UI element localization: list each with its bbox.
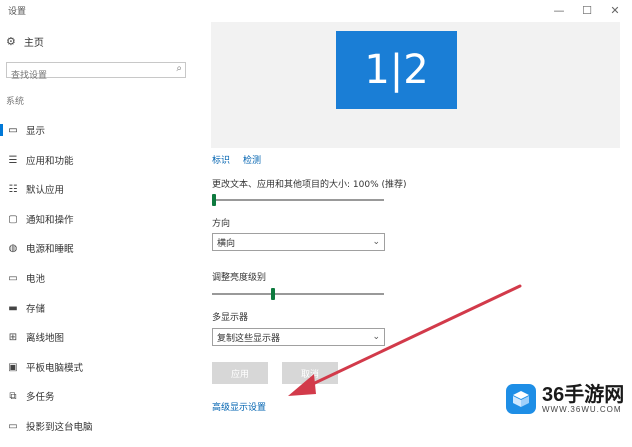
apply-button[interactable]: 应用 — [212, 362, 268, 384]
monitor-1-2[interactable]: 1|2 — [336, 31, 457, 109]
search-input[interactable] — [7, 69, 165, 83]
minimize-button[interactable]: — — [548, 2, 570, 18]
watermark: 36手游网 WWW.36WU.COM — [506, 384, 624, 414]
selected-indicator — [0, 124, 3, 136]
sidebar-item-label: 应用和功能 — [26, 156, 74, 167]
display-icon: ▭ — [8, 124, 18, 136]
identify-link[interactable]: 标识 — [212, 153, 230, 166]
sidebar-item-label: 平板电脑模式 — [26, 363, 84, 374]
storage-icon: ▬ — [8, 302, 18, 314]
watermark-brand: 36手游网 — [542, 383, 625, 406]
sidebar-item-9[interactable]: ⧉ 多任务 — [0, 386, 200, 406]
sidebar-item-label: 默认应用 — [26, 185, 65, 196]
sidebar-item-0[interactable]: ▭ 显示 — [0, 120, 200, 140]
sidebar-item-6[interactable]: ▬ 存储 — [0, 298, 200, 318]
chevron-down-icon: ⌄ — [372, 237, 380, 247]
sidebar-item-label: 显示 — [26, 126, 46, 137]
sidebar: ⚙ 主页 ⌕ 系统 ▭ 显示 ☰ 应用和功能 ☷ 默认应用 ▢ 通知和操作 ◍ 电源和睡眠 ▭ 电池 ▬… — [0, 22, 200, 447]
annotation-arrow-head — [288, 374, 316, 396]
sidebar-item-label: 多任务 — [26, 392, 55, 403]
sidebar-item-10[interactable]: ▭ 投影到这台电脑 — [0, 416, 200, 436]
annotation-arrow-shaft — [298, 284, 522, 392]
close-button[interactable]: ✕ — [604, 2, 626, 18]
sidebar-item-5[interactable]: ▭ 电池 — [0, 268, 200, 288]
brightness-label: 调整亮度级别 — [212, 273, 267, 283]
watermark-url: WWW.36WU.COM — [542, 404, 622, 414]
sidebar-item-label: 通知和操作 — [26, 215, 74, 226]
multi-display-label: 多显示器 — [212, 313, 249, 323]
sidebar-item-label: 投影到这台电脑 — [26, 422, 93, 433]
home-label: 主页 — [23, 38, 44, 49]
gear-icon: ⚙ — [6, 35, 16, 48]
sidebar-item-7[interactable]: ⊞ 离线地图 — [0, 327, 200, 347]
tablet-mode-icon: ▣ — [8, 361, 18, 373]
watermark-logo-icon — [506, 384, 536, 414]
detect-link[interactable]: 检测 — [243, 153, 261, 166]
sidebar-item-4[interactable]: ◍ 电源和睡眠 — [0, 238, 200, 258]
multitasking-icon: ⧉ — [9, 390, 17, 402]
annotation-arrow — [288, 284, 522, 396]
default-apps-icon: ☷ — [8, 183, 18, 195]
home-link[interactable]: ⚙ 主页 — [6, 34, 44, 49]
sidebar-item-2[interactable]: ☷ 默认应用 — [0, 179, 200, 199]
sidebar-item-3[interactable]: ▢ 通知和操作 — [0, 209, 200, 229]
notifications-icon: ▢ — [8, 213, 18, 225]
sidebar-item-label: 电池 — [26, 274, 46, 285]
sidebar-item-label: 离线地图 — [26, 333, 65, 344]
scale-label: 更改文本、应用和其他项目的大小: 100% (推荐) — [212, 180, 407, 190]
battery-icon: ▭ — [8, 272, 18, 284]
orientation-dropdown[interactable]: 横向 ⌄ — [212, 233, 385, 251]
scale-slider-thumb[interactable] — [212, 194, 216, 206]
sidebar-item-1[interactable]: ☰ 应用和功能 — [0, 150, 200, 170]
projecting-icon: ▭ — [8, 420, 18, 432]
title-bar: 设置 — ☐ ✕ — [0, 0, 632, 22]
offline-maps-icon: ⊞ — [8, 331, 18, 343]
power-icon: ◍ — [8, 242, 18, 254]
sidebar-item-label: 存储 — [26, 304, 46, 315]
orientation-label: 方向 — [212, 219, 231, 229]
orientation-value: 横向 — [217, 238, 236, 249]
search-icon[interactable]: ⌕ — [176, 63, 182, 74]
search-box[interactable]: ⌕ — [6, 62, 186, 83]
maximize-button[interactable]: ☐ — [576, 2, 598, 18]
scale-slider-track[interactable] — [212, 199, 384, 201]
section-label: 系统 — [6, 97, 25, 107]
sidebar-item-8[interactable]: ▣ 平板电脑模式 — [0, 357, 200, 377]
window-title: 设置 — [8, 7, 27, 17]
apps-icon: ☰ — [8, 154, 18, 166]
advanced-display-settings-link[interactable]: 高级显示设置 — [212, 400, 266, 413]
sidebar-item-label: 电源和睡眠 — [26, 244, 74, 255]
